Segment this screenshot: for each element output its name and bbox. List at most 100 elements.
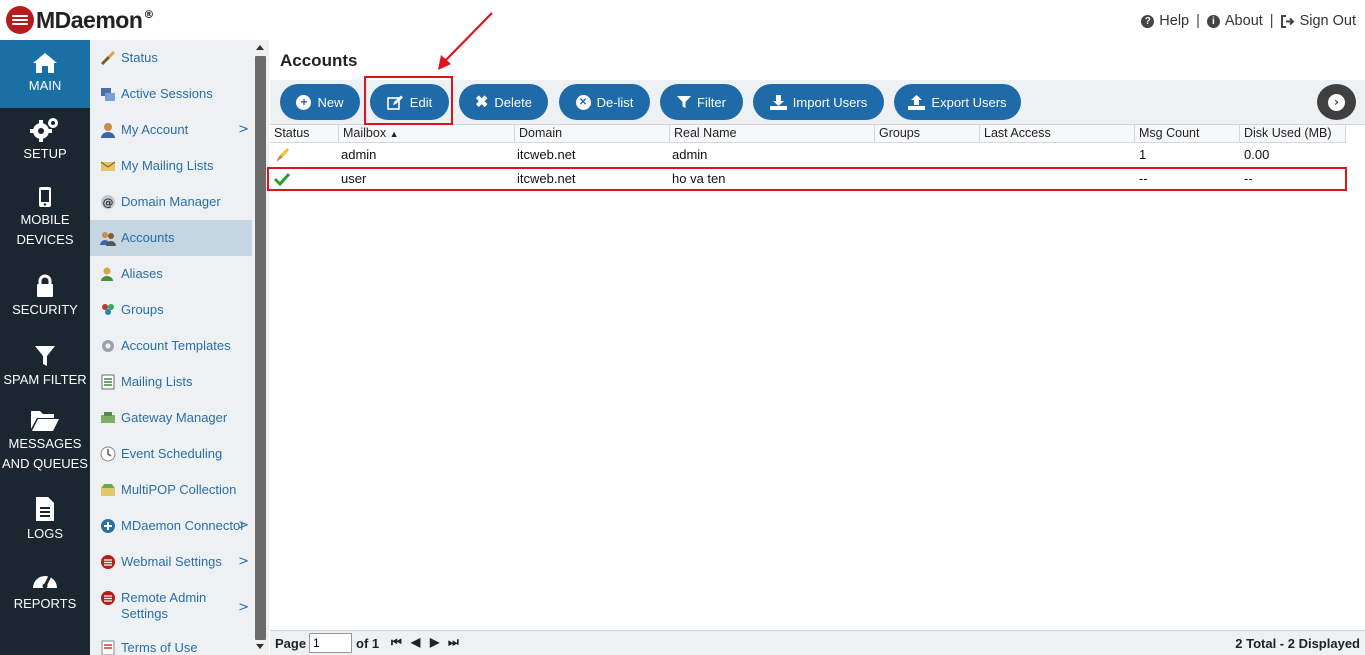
new-button[interactable]: + New [280,84,360,120]
previous-page-icon[interactable]: ◀ [411,635,420,649]
nav-item-label: REPORTS [13,596,77,611]
mailbox-cell: user [341,171,367,186]
disk-used-cell: 0.00 [1244,147,1270,162]
template-gear-icon [102,340,114,352]
about-link[interactable]: i About [1206,13,1263,29]
submenu-item-label: MultiPOP Collection [121,482,237,497]
column-header-mailbox-label: Mailbox [343,126,387,140]
submenu-item-label-line: Settings [121,606,168,621]
submenu-item-my-account[interactable]: My Account > [90,112,252,148]
submenu-item-status[interactable]: Status [90,40,252,76]
main-submenu: Status Active Sessions My Account > My M… [90,40,252,655]
submenu-item-multipop-collection[interactable]: MultiPOP Collection [90,472,252,508]
column-header-mailbox[interactable]: Mailbox ▲ [339,125,515,143]
submenu-item-my-mailing-lists[interactable]: My Mailing Lists [90,148,252,184]
import-users-button[interactable]: Import Users [753,84,884,120]
last-page-icon[interactable]: ⏭ [448,635,459,650]
column-header-status[interactable]: Status [270,125,339,143]
clock-icon [100,446,116,462]
nav-item-setup[interactable]: SETUP [0,108,90,176]
delete-button[interactable]: ✖ Delete [459,84,548,120]
sort-ascending-icon: ▲ [389,129,399,139]
nav-item-reports[interactable]: REPORTS [0,564,90,626]
scrollbar-thumb[interactable] [255,56,266,640]
submenu-item-label: Account Templates [121,338,231,353]
column-header-disk-used[interactable]: Disk Used (MB) [1240,125,1346,143]
table-row[interactable]: user itcweb.net ho va ten -- -- [270,167,1346,191]
submenu-item-label: Domain Manager [121,194,221,209]
remote-admin-icon [101,591,115,605]
column-header-last-access[interactable]: Last Access [980,125,1135,143]
submenu-item-mdaemon-connector[interactable]: MDaemon Connector > [90,508,252,544]
column-header-msg-count[interactable]: Msg Count [1135,125,1240,143]
sign-out-link-label: Sign Out [1299,13,1356,29]
user-icon [101,123,115,138]
nav-item-logs[interactable]: LOGS [0,492,90,554]
submenu-item-label: MDaemon Connector [121,518,245,533]
sign-out-link[interactable]: Sign Out [1280,13,1356,29]
submenu-item-label: Accounts [121,230,175,245]
top-links: ? Help | i About | Sign Out [1141,13,1356,29]
mdaemon-logo[interactable]: MDaemon ® [6,6,154,34]
help-link[interactable]: ? Help [1141,13,1189,29]
column-header-groups[interactable]: Groups [875,125,980,143]
alias-icon [101,267,113,281]
scroll-up-arrow-icon[interactable] [256,45,264,50]
submenu-item-domain-manager[interactable]: @ Domain Manager [90,184,252,220]
submenu-item-active-sessions[interactable]: Active Sessions [90,76,252,112]
submenu-item-label: Webmail Settings [121,554,222,569]
export-users-button[interactable]: Export Users [894,84,1021,120]
separator: | [1269,13,1274,29]
first-page-icon[interactable]: ⏮ [391,635,402,650]
real-name-cell: admin [672,147,708,162]
edit-button[interactable]: Edit [370,84,449,120]
submenu-item-remote-admin-settings[interactable]: Remote Admin Settings > [90,580,252,626]
table-row[interactable]: admin itcweb.net admin 1 0.00 [270,143,1346,167]
page-number-input[interactable] [309,633,352,653]
nav-item-label: SPAM FILTER [3,372,87,387]
gauge-icon [33,575,57,589]
multipop-icon [101,484,115,496]
brand-registered-mark: ® [143,7,155,21]
next-page-icon[interactable]: ▶ [430,635,439,649]
submenu-item-aliases[interactable]: Aliases [90,256,252,292]
column-header-domain[interactable]: Domain [515,125,670,143]
submenu-item-event-scheduling[interactable]: Event Scheduling [90,436,252,472]
funnel-icon [35,346,55,366]
nav-item-messages-and-queues[interactable]: MESSAGES AND QUEUES [0,404,90,480]
submenu-item-gateway-manager[interactable]: Gateway Manager [90,400,252,436]
groups-cell [875,143,980,167]
de-list-button[interactable]: ✕ De-list [559,84,650,120]
scroll-down-arrow-icon[interactable] [256,644,264,649]
checkmark-icon [273,172,291,187]
submenu-item-accounts[interactable]: Accounts [90,220,252,256]
users-icon [100,232,116,246]
help-circle-icon: ? [1141,14,1155,28]
import-users-button-label: Import Users [792,94,868,110]
last-access-cell [980,143,1135,167]
filter-button[interactable]: Filter [660,84,743,120]
submenu-item-account-templates[interactable]: Account Templates [90,328,252,364]
submenu-item-webmail-settings[interactable]: Webmail Settings > [90,544,252,580]
more-actions-button[interactable]: › [1317,84,1356,120]
column-header-real-name[interactable]: Real Name [670,125,875,143]
nav-item-security[interactable]: SECURITY [0,266,90,328]
export-users-button-label: Export Users [931,94,1007,110]
gears-icon [30,118,58,142]
separator: | [1196,13,1200,29]
submenu-item-mailing-lists[interactable]: Mailing Lists [90,364,252,400]
submenu-item-terms-of-use[interactable]: Terms of Use [90,630,252,655]
about-link-label: About [1224,13,1263,29]
submenu-item-groups[interactable]: Groups [90,292,252,328]
nav-item-label: SECURITY [12,302,78,317]
domain-cell: itcweb.net [517,171,576,186]
disk-used-cell: -- [1244,171,1253,186]
nav-item-main[interactable]: MAIN [0,40,90,108]
main-nav: MAIN SETUP MOBILE DEVICES SECURITY SPAM … [0,40,90,655]
nav-item-spam-filter[interactable]: SPAM FILTER [0,336,90,398]
download-icon [769,94,787,110]
status-cell [272,143,332,167]
home-icon [33,53,57,73]
submenu-scrollbar[interactable] [252,40,269,655]
nav-item-mobile-devices[interactable]: MOBILE DEVICES [0,180,90,248]
